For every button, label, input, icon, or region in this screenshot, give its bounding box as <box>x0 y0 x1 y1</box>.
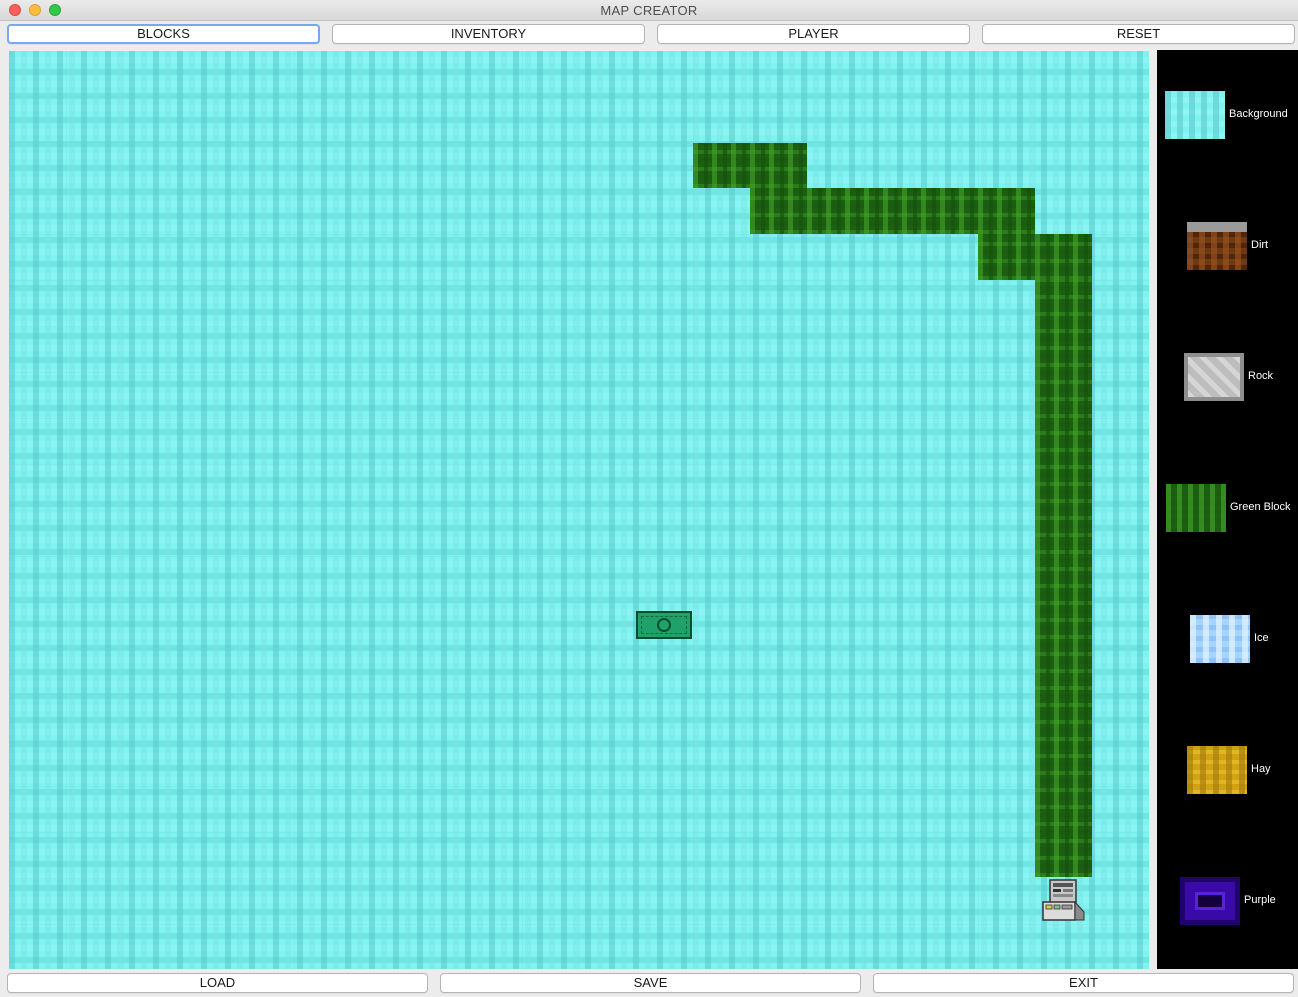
dirt-tile-icon <box>1187 222 1247 270</box>
money-icon[interactable] <box>636 611 692 639</box>
reset-button[interactable]: RESET <box>982 24 1295 44</box>
inventory-button[interactable]: INVENTORY <box>332 24 645 44</box>
green-block-tile-icon <box>1166 484 1226 532</box>
player-button[interactable]: PLAYER <box>657 24 970 44</box>
green-block-tile[interactable] <box>1035 280 1092 877</box>
palette-item-green-block[interactable]: Green Block <box>1157 484 1298 534</box>
palette-label: Hay <box>1251 763 1271 775</box>
palette-item-ice[interactable]: Ice <box>1157 615 1298 665</box>
palette-item-dirt[interactable]: Dirt <box>1157 222 1298 272</box>
green-block-tile[interactable] <box>693 143 807 188</box>
window-title: MAP CREATOR <box>600 3 698 18</box>
title-bar: MAP CREATOR <box>0 0 1298 21</box>
block-palette: Background Dirt Rock Green Block Ice Hay… <box>1157 50 1298 969</box>
green-block-tile[interactable] <box>978 234 1092 280</box>
hay-tile-icon <box>1187 746 1247 794</box>
rock-tile-icon <box>1184 353 1244 401</box>
load-button[interactable]: LOAD <box>7 973 428 993</box>
green-block-tile[interactable] <box>750 188 1035 234</box>
palette-item-rock[interactable]: Rock <box>1157 353 1298 403</box>
palette-label: Rock <box>1248 370 1274 382</box>
palette-item-hay[interactable]: Hay <box>1157 746 1298 796</box>
palette-label: Purple <box>1244 894 1276 906</box>
palette-label: Ice <box>1254 632 1269 644</box>
computer-icon[interactable] <box>1040 878 1086 924</box>
palette-label: Dirt <box>1251 239 1269 251</box>
exit-button[interactable]: EXIT <box>873 973 1294 993</box>
map-canvas[interactable] <box>9 51 1149 969</box>
ice-tile-icon <box>1190 615 1250 663</box>
save-button[interactable]: SAVE <box>440 973 861 993</box>
background-tile-icon <box>1165 91 1225 139</box>
palette-item-purple[interactable]: Purple <box>1157 877 1298 927</box>
palette-label: Background <box>1229 108 1288 120</box>
purple-tile-icon <box>1180 877 1240 925</box>
palette-item-background[interactable]: Background <box>1157 91 1298 141</box>
blocks-button[interactable]: BLOCKS <box>7 24 320 44</box>
palette-label: Green Block <box>1230 501 1291 513</box>
